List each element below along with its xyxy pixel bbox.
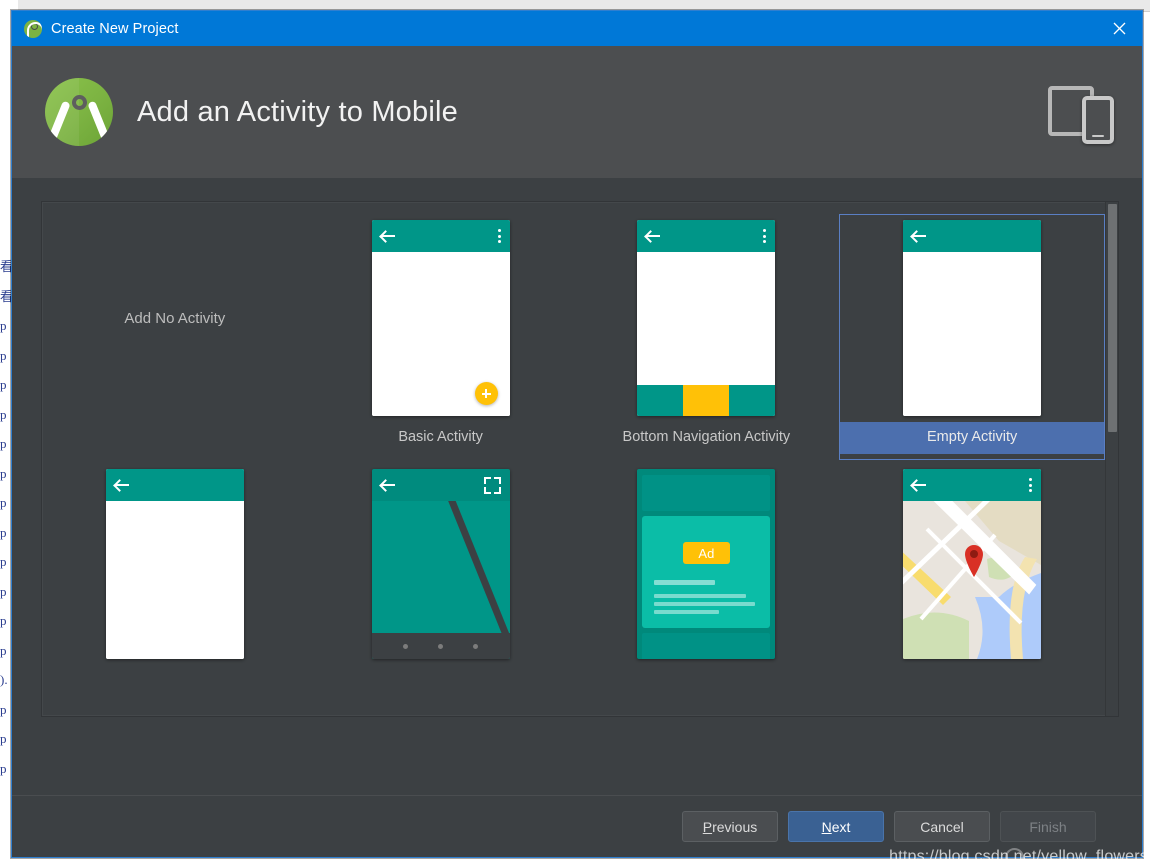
- phone-body: [903, 252, 1042, 416]
- template-label: [839, 668, 1105, 684]
- app-bar: [637, 220, 776, 252]
- overflow-menu-icon: [497, 229, 501, 243]
- template-add-no-activity[interactable]: Add No Activity: [42, 214, 308, 460]
- dialog-button-bar: Previous Next Cancel Finish: [12, 795, 1142, 857]
- vertical-scrollbar[interactable]: [1105, 202, 1118, 716]
- android-studio-icon: [24, 19, 42, 38]
- template-label: Bottom Navigation Activity: [622, 429, 791, 445]
- template-label: [308, 668, 574, 684]
- previous-button[interactable]: Previous: [682, 811, 778, 842]
- map-graphic: [903, 501, 1042, 659]
- back-arrow-icon: [912, 479, 927, 491]
- back-arrow-icon: [646, 230, 661, 242]
- floating-action-button-icon: [474, 382, 498, 405]
- app-bar: [371, 220, 510, 252]
- gallery-scroll-area: Add No Activity Basic Activity Bottom Na…: [42, 202, 1105, 716]
- phone-preview: [637, 220, 776, 416]
- phone-preview: [903, 220, 1042, 416]
- page-title: Add an Activity to Mobile: [137, 95, 458, 128]
- back-arrow-icon: [114, 479, 130, 491]
- dialog-titlebar: Create New Project: [12, 11, 1142, 46]
- close-icon[interactable]: [1096, 11, 1142, 46]
- template-bottom-navigation-activity[interactable]: Bottom Navigation Activity: [574, 214, 840, 460]
- fullscreen-activity-thumbnail: [371, 460, 510, 668]
- next-button[interactable]: Next: [788, 811, 884, 842]
- template-plain-activity[interactable]: [42, 460, 308, 706]
- fullscreen-expand-icon: [483, 477, 501, 494]
- template-label: Add No Activity: [124, 309, 226, 327]
- phone-body: [105, 501, 244, 659]
- app-bar: [903, 469, 1042, 501]
- previous-label: revious: [712, 818, 758, 835]
- phone-preview: [371, 469, 510, 659]
- cancel-button[interactable]: Cancel: [894, 811, 990, 842]
- template-label: [574, 668, 840, 684]
- ad-text-line: [654, 602, 756, 606]
- overflow-menu-icon: [1029, 478, 1033, 492]
- phone-preview: [903, 469, 1042, 659]
- phone-preview: [371, 220, 510, 416]
- admob-bottom-band: [642, 633, 771, 659]
- finish-button: Finish: [1000, 811, 1096, 842]
- create-new-project-dialog: Create New Project Add an Activity to Mo…: [11, 10, 1143, 858]
- back-arrow-icon: [380, 479, 396, 491]
- android-studio-logo: [45, 78, 113, 146]
- plain-activity-thumbnail: [105, 460, 244, 668]
- back-arrow-icon: [380, 230, 396, 242]
- system-navigation-bar: [371, 633, 510, 659]
- ad-text-line: [654, 610, 719, 614]
- template-empty-activity[interactable]: Empty Activity: [839, 214, 1105, 460]
- template-label: Basic Activity: [398, 429, 483, 445]
- ad-text-line: [654, 580, 715, 585]
- phone-body: [637, 252, 776, 385]
- app-bar: [105, 469, 244, 501]
- ad-badge: Ad: [682, 542, 730, 564]
- scrollbar-thumb[interactable]: [1108, 204, 1117, 432]
- finish-label: Finish: [1029, 818, 1067, 835]
- dialog-title: Create New Project: [51, 20, 179, 37]
- template-basic-activity[interactable]: Basic Activity: [308, 214, 574, 460]
- app-bar: [903, 220, 1042, 252]
- admob-activity-thumbnail: Ad: [637, 460, 776, 668]
- cancel-label: Cancel: [920, 818, 964, 835]
- template-google-maps-activity[interactable]: [839, 460, 1105, 706]
- phone-body: [903, 501, 1042, 659]
- template-fullscreen-activity[interactable]: [308, 460, 574, 706]
- template-label: Empty Activity: [839, 422, 1105, 454]
- next-label: ext: [831, 818, 851, 835]
- dialog-header: Add an Activity to Mobile: [12, 46, 1142, 178]
- empty-activity-thumbnail: [903, 214, 1042, 422]
- ad-text-line: [654, 594, 746, 598]
- template-label: [42, 668, 308, 684]
- phone-body: [371, 252, 510, 416]
- tablet-and-phone-icon: [1046, 78, 1118, 146]
- activity-template-gallery: Add No Activity Basic Activity Bottom Na…: [41, 201, 1119, 717]
- phone-preview: Ad: [637, 469, 776, 659]
- bottom-navigation-thumbnail: [637, 214, 776, 422]
- back-arrow-icon: [912, 230, 927, 242]
- dialog-content: Add No Activity Basic Activity Bottom Na…: [12, 178, 1142, 795]
- template-grid: Add No Activity Basic Activity Bottom Na…: [42, 214, 1105, 706]
- add-no-activity-thumbnail: Add No Activity: [124, 214, 225, 422]
- previous-mnemonic: P: [702, 818, 713, 835]
- overflow-menu-icon: [763, 229, 767, 243]
- phone-preview: [105, 469, 244, 659]
- admob-top-band: [642, 475, 771, 511]
- bottom-navigation-bar: [637, 385, 776, 416]
- phone-body: [371, 501, 510, 659]
- admob-card: Ad: [642, 516, 771, 628]
- maps-activity-thumbnail: [903, 460, 1042, 668]
- template-google-admob-ads-activity[interactable]: Ad: [574, 460, 840, 706]
- basic-activity-thumbnail: [371, 214, 510, 422]
- template-label-spacer: [42, 422, 308, 438]
- next-mnemonic: N: [821, 818, 832, 835]
